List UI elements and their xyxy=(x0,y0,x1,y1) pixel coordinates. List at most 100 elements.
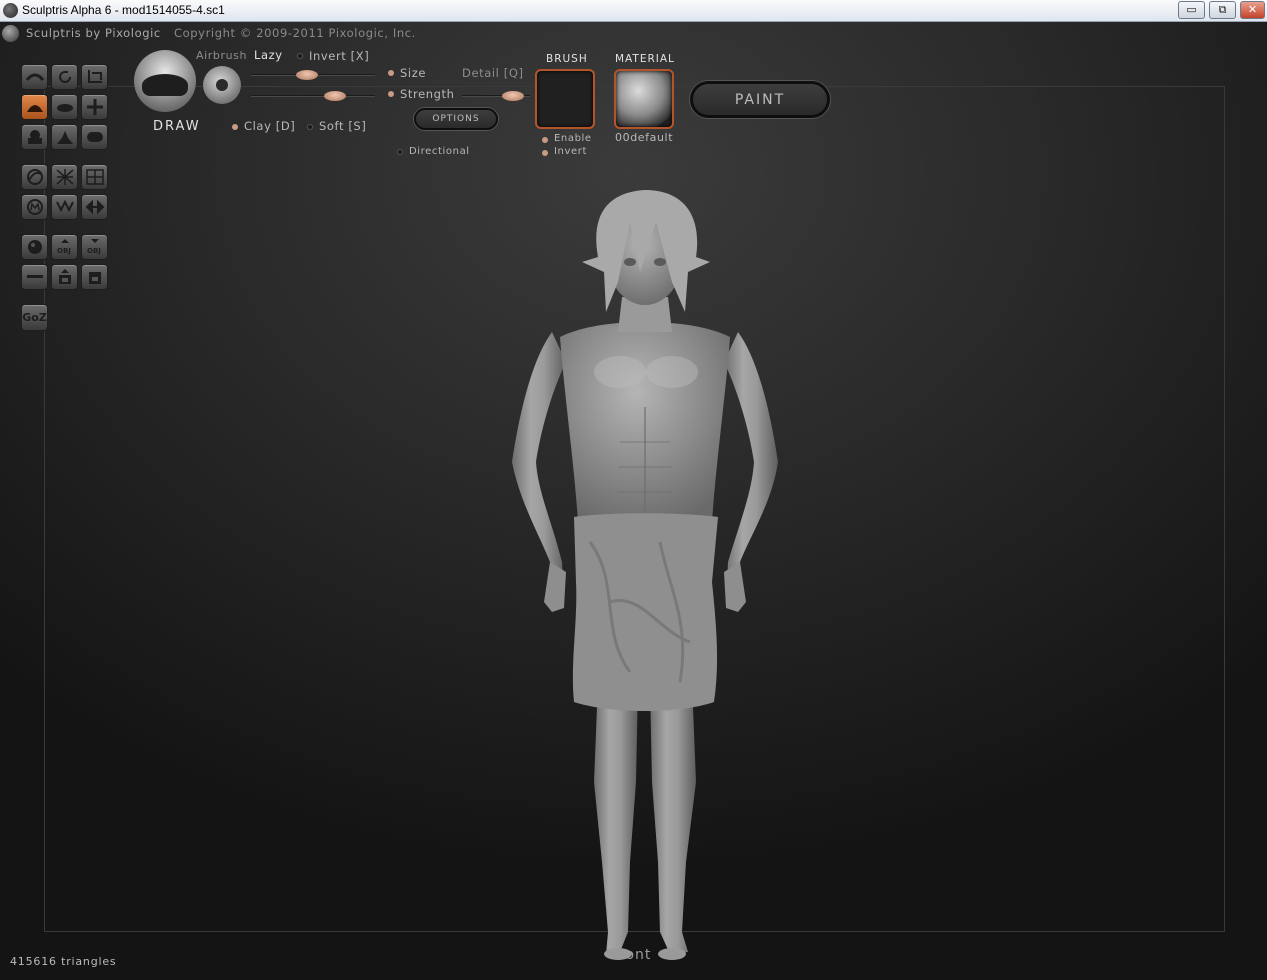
app-icon xyxy=(3,3,18,18)
svg-text:OBJ: OBJ xyxy=(57,247,71,255)
smooth-icon xyxy=(86,132,103,142)
app-header: Sculptris by Pixologic Copyright © 2009-… xyxy=(0,22,1267,44)
strength-slider-track[interactable] xyxy=(251,95,375,97)
reduce-icon xyxy=(55,199,74,213)
tool-export-obj[interactable]: OBJ xyxy=(81,234,108,260)
strength-dot[interactable] xyxy=(388,91,394,97)
paint-button[interactable]: PAINT xyxy=(690,81,830,118)
rotate-icon xyxy=(58,71,71,83)
tool-rotate[interactable] xyxy=(51,64,78,90)
goz-icon: GoZ xyxy=(22,311,47,324)
soft-dot[interactable] xyxy=(307,124,313,130)
brush-texture-slot[interactable] xyxy=(535,69,595,129)
options-button[interactable]: OPTIONS xyxy=(414,108,498,130)
scale-icon xyxy=(87,70,102,83)
copyright-label: Copyright © 2009-2011 Pixologic, Inc. xyxy=(174,26,416,40)
tool-save[interactable] xyxy=(51,264,78,290)
tool-mirror[interactable] xyxy=(81,194,108,220)
maximize-button[interactable]: ⧉ xyxy=(1209,1,1236,19)
brush-section-title: BRUSH xyxy=(546,53,588,65)
tool-save-as[interactable] xyxy=(81,264,108,290)
export-obj-icon: OBJ xyxy=(87,239,101,255)
right-hand xyxy=(724,562,746,612)
tool-inflate[interactable] xyxy=(21,124,48,150)
material-sphere-icon[interactable] xyxy=(614,69,674,129)
svg-text:OBJ: OBJ xyxy=(87,247,101,255)
close-icon: ✕ xyxy=(1247,3,1258,16)
size-dot[interactable] xyxy=(388,70,394,76)
pinch-icon xyxy=(56,131,73,144)
size-label: Size xyxy=(400,66,427,80)
soft-label[interactable]: Soft [S] xyxy=(319,119,366,133)
save-icon xyxy=(58,269,71,284)
right-foot xyxy=(658,948,686,960)
open-icon xyxy=(26,275,43,278)
save-as-icon xyxy=(88,272,101,284)
tool-scale[interactable] xyxy=(81,64,108,90)
symmetry-icon xyxy=(26,169,43,185)
tool-import-obj[interactable]: OBJ xyxy=(51,234,78,260)
tool-crease[interactable] xyxy=(21,64,48,90)
tool-reduce[interactable] xyxy=(51,194,78,220)
maximize-icon: ⧉ xyxy=(1218,3,1227,16)
left-arm xyxy=(512,332,566,602)
window-titlebar[interactable]: Sculptris Alpha 6 - mod1514055-4.sc1 ▭ ⧉… xyxy=(0,0,1267,22)
strength-label: Strength xyxy=(400,87,455,101)
inflate-icon xyxy=(27,130,42,144)
directional-label[interactable]: Directional xyxy=(409,146,470,157)
brush-invert-dot[interactable] xyxy=(542,150,548,156)
draw-icon xyxy=(26,105,43,112)
tool-name-label: DRAW xyxy=(153,119,201,134)
draw-brush-shape xyxy=(142,74,188,96)
grid-icon xyxy=(85,169,104,185)
window-title: Sculptris Alpha 6 - mod1514055-4.sc1 xyxy=(22,3,225,17)
right-arm xyxy=(724,332,778,602)
tool-open[interactable] xyxy=(21,264,48,290)
tool-new-sphere[interactable] xyxy=(21,234,48,260)
tool-mask[interactable] xyxy=(21,194,48,220)
crease-icon xyxy=(25,73,44,81)
tool-pinch[interactable] xyxy=(51,124,78,150)
brush-enable-label[interactable]: Enable xyxy=(554,133,592,144)
tool-flatten[interactable] xyxy=(51,94,78,120)
left-leg xyxy=(594,682,638,954)
clay-dot[interactable] xyxy=(232,124,238,130)
new-sphere-icon xyxy=(27,240,42,254)
invert-label[interactable]: Invert [X] xyxy=(309,49,369,63)
material-name: 00default xyxy=(615,131,674,144)
detail-slider-knob[interactable] xyxy=(502,91,524,101)
tool-grid[interactable] xyxy=(81,164,108,190)
view-label: Front xyxy=(611,947,652,963)
grab-icon xyxy=(86,99,103,115)
tool-grab[interactable] xyxy=(81,94,108,120)
directional-dot[interactable] xyxy=(397,149,403,155)
minimize-button[interactable]: ▭ xyxy=(1178,1,1205,19)
clay-label[interactable]: Clay [D] xyxy=(244,119,295,133)
goz-button[interactable]: GoZ xyxy=(21,304,48,331)
brush-invert-label[interactable]: Invert xyxy=(554,146,587,157)
brand-label: Sculptris by Pixologic xyxy=(26,26,161,40)
size-slider-knob[interactable] xyxy=(295,70,318,80)
lazy-label[interactable]: Lazy xyxy=(254,48,283,62)
right-leg xyxy=(650,682,696,954)
flatten-icon xyxy=(56,104,73,112)
tool-smooth[interactable] xyxy=(81,124,108,150)
app-surface: Sculptris by Pixologic Copyright © 2009-… xyxy=(0,22,1267,980)
detail-label: Detail [Q] xyxy=(462,66,524,80)
import-obj-icon: OBJ xyxy=(57,239,71,255)
tool-wireframe[interactable] xyxy=(51,164,78,190)
tool-draw[interactable] xyxy=(21,94,48,120)
brush-enable-dot[interactable] xyxy=(542,137,548,143)
tool-symmetry[interactable] xyxy=(21,164,48,190)
close-button[interactable]: ✕ xyxy=(1240,1,1265,19)
wireframe-icon xyxy=(56,169,73,185)
invert-toggle-dot[interactable] xyxy=(297,53,303,59)
airbrush-label: Airbrush xyxy=(196,49,248,62)
sculpt-model[interactable] xyxy=(490,162,800,962)
pixologic-logo-icon xyxy=(2,25,19,42)
triangle-count: 415616 triangles xyxy=(10,955,117,968)
left-hand xyxy=(544,562,566,612)
airbrush-icon xyxy=(216,79,228,91)
mirror-icon xyxy=(85,199,104,215)
mask-icon xyxy=(26,199,43,215)
